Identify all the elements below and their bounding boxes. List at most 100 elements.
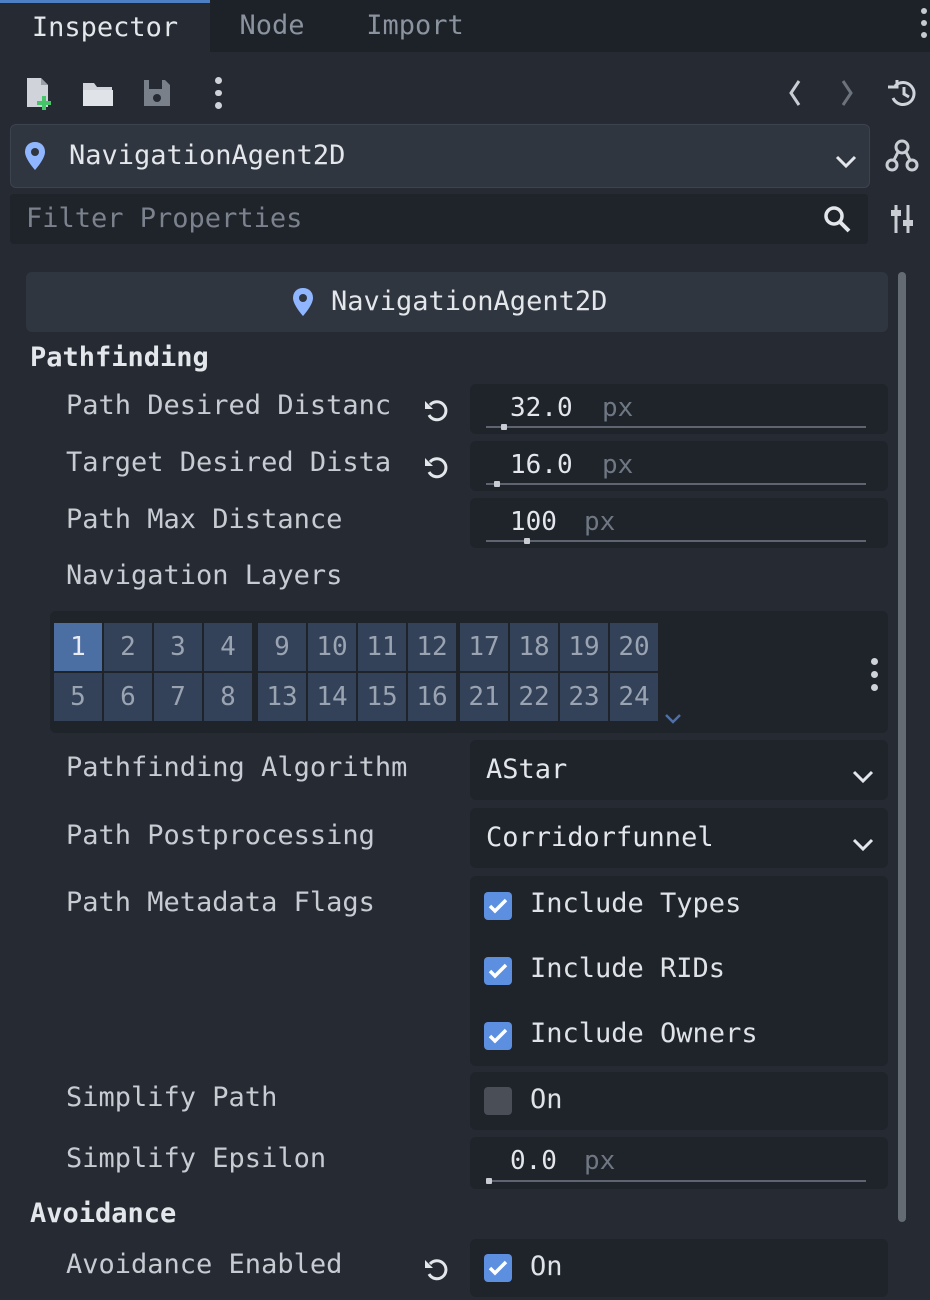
slider-grabber[interactable] [493,481,500,487]
layer-cell[interactable]: 20 [610,623,658,671]
layer-cell[interactable]: 8 [204,673,252,721]
simplify-path-toggle[interactable]: On [470,1072,888,1130]
layer-cell[interactable]: 6 [104,673,152,721]
slider-track [486,426,866,428]
simplify-path-label: Simplify Path [66,1082,278,1113]
layer-cell[interactable]: 10 [308,623,356,671]
open-folder-icon[interactable] [80,76,116,110]
class-header-label: NavigationAgent2D [331,286,608,317]
layer-cell[interactable]: 1 [54,623,102,671]
tab-menu-icon[interactable] [918,8,930,44]
layer-cell[interactable]: 12 [408,623,456,671]
unit: px [584,1146,616,1176]
tab-node[interactable]: Node [210,0,334,52]
layer-cell[interactable]: 24 [610,673,658,721]
pathfinding-algorithm-label: Pathfinding Algorithm [66,752,408,783]
tab-bar: Inspector Node Import [0,0,930,55]
unit: px [584,507,616,537]
back-icon[interactable] [782,74,808,112]
navigation-layers-grid: 1 2 3 4 9 10 11 12 17 18 19 20 5 6 7 8 13 14 15 16 21 22 23 24 [50,611,888,733]
pathfinding-algorithm-dropdown[interactable]: AStar [470,740,888,800]
revert-icon[interactable] [422,453,452,488]
layer-cell[interactable]: 19 [560,623,608,671]
history-icon[interactable] [884,76,920,110]
layer-cell[interactable]: 14 [308,673,356,721]
slider-track [486,1180,866,1182]
more-options-icon[interactable] [210,74,226,112]
search-icon [822,204,852,241]
include-rids-label[interactable]: Include RIDs [530,953,725,984]
chevron-down-icon [852,830,874,860]
layer-cell[interactable]: 16 [408,673,456,721]
path-metadata-flags-group: Include Types Include RIDs Include Owner… [470,876,888,1066]
chevron-down-icon [852,762,874,792]
save-icon[interactable] [140,76,174,110]
tools-icon[interactable] [884,200,920,238]
layer-cell[interactable]: 3 [154,623,202,671]
layer-cell[interactable]: 21 [460,673,508,721]
avoidance-enabled-label: Avoidance Enabled [66,1249,343,1280]
navigation-agent-icon [23,141,47,178]
layer-cell[interactable]: 23 [560,673,608,721]
layer-cell[interactable]: 5 [54,673,102,721]
navigation-layers-label: Navigation Layers [66,560,343,591]
unit: px [602,450,634,480]
new-resource-icon[interactable] [22,74,56,112]
include-rids-checkbox[interactable] [484,957,512,985]
simplify-path-text: On [530,1084,563,1115]
path-postprocessing-dropdown[interactable]: Corridorfunnel [470,808,888,868]
layer-cell[interactable]: 7 [154,673,202,721]
node-selector[interactable]: NavigationAgent2D [10,124,870,188]
path-max-distance-field[interactable]: 100 px [470,498,888,548]
unit: px [602,393,634,423]
include-owners-checkbox[interactable] [484,1022,512,1050]
layer-cell[interactable]: 18 [510,623,558,671]
forward-icon[interactable] [834,74,860,112]
slider-grabber[interactable] [486,1178,492,1184]
layer-cell[interactable]: 22 [510,673,558,721]
simplify-epsilon-field[interactable]: 0.0 px [470,1137,888,1189]
filter-placeholder: Filter Properties [26,203,303,234]
node-tree-icon[interactable] [882,136,922,176]
value: 32.0 [510,393,573,423]
layer-cell[interactable]: 4 [204,623,252,671]
path-desired-distance-label: Path Desired Distanc [66,390,392,421]
tab-inspector[interactable]: Inspector [0,0,210,55]
layer-cell[interactable]: 2 [104,623,152,671]
section-avoidance[interactable]: Avoidance [30,1198,176,1229]
include-types-label[interactable]: Include Types [530,888,741,919]
layer-cell[interactable]: 11 [358,623,406,671]
path-desired-distance-field[interactable]: 32.0 px [470,384,888,434]
include-types-checkbox[interactable] [484,892,512,920]
filter-properties-input[interactable]: Filter Properties [10,194,868,244]
simplify-epsilon-label: Simplify Epsilon [66,1143,327,1174]
path-postprocessing-label: Path Postprocessing [66,820,375,851]
layer-cell[interactable]: 15 [358,673,406,721]
value: 16.0 [510,450,573,480]
target-desired-distance-field[interactable]: 16.0 px [470,441,888,491]
layer-cell[interactable]: 9 [258,623,306,671]
dropdown-value: AStar [486,754,568,785]
dropdown-value: Corridorfunnel [486,822,714,853]
slider-track [486,540,866,542]
revert-icon[interactable] [422,1255,452,1290]
slider-grabber[interactable] [501,424,508,430]
chevron-down-icon[interactable] [664,703,682,733]
avoidance-enabled-toggle[interactable]: On [470,1239,888,1297]
layers-menu-icon[interactable] [868,655,880,694]
slider-grabber[interactable] [524,538,530,544]
simplify-path-checkbox[interactable] [484,1087,512,1115]
target-desired-distance-label: Target Desired Dista [66,447,392,478]
tab-import[interactable]: Import [334,0,496,52]
layer-cell[interactable]: 17 [460,623,508,671]
avoidance-enabled-checkbox[interactable] [484,1254,512,1282]
layer-cell[interactable]: 13 [258,673,306,721]
revert-icon[interactable] [422,396,452,431]
section-pathfinding[interactable]: Pathfinding [30,342,209,373]
navigation-agent-icon [291,287,315,324]
scrollbar[interactable] [898,272,906,1222]
value: 0.0 [510,1146,557,1176]
chevron-down-icon [835,147,857,177]
include-owners-label[interactable]: Include Owners [530,1018,758,1049]
class-header: NavigationAgent2D [26,272,888,332]
